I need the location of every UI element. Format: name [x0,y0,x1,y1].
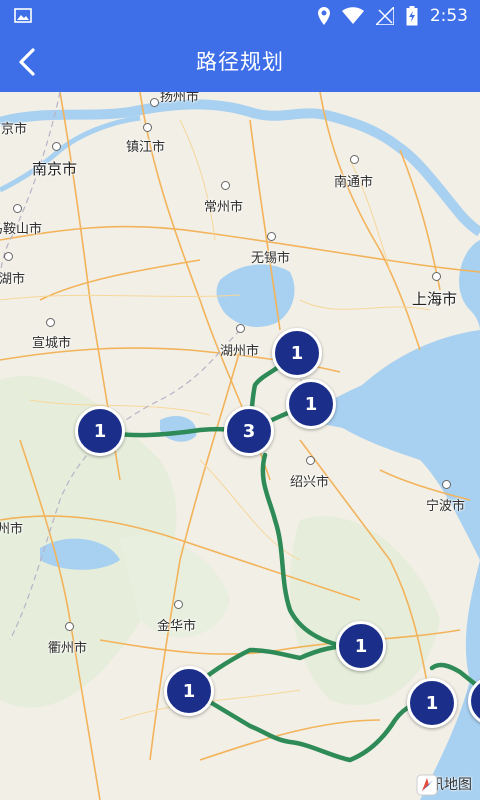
status-bar: 2:53 [0,0,480,32]
city-label-nanjing: 南京市 [32,160,78,178]
city-label-huzhou: 湖州市 [220,344,260,359]
city-dot [13,204,22,213]
city-label-changzhou: 常州市 [204,200,244,215]
route-cluster-marker[interactable]: 3 [224,406,274,456]
map-view[interactable]: 扬州市 镇江市 南京市 常州市 南通市 马鞍山市 无锡市 芜湖市 上海市 宣城市… [0,92,480,800]
city-label-shaoxing: 绍兴市 [290,475,330,490]
app-bar: 路径规划 [0,32,480,92]
city-label-shanghai: 上海市 [412,290,458,308]
city-label-wuxi: 无锡市 [251,251,291,266]
city-dot [442,480,451,489]
route-cluster-marker[interactable]: 1 [336,621,386,671]
city-dot [236,324,245,333]
city-dot [267,232,276,241]
compass-logo-icon [416,774,438,796]
city-label-xuancheng: 宣城市 [32,336,72,351]
city-dot [174,600,183,609]
city-label-chizhou: 池州市 [0,522,24,537]
battery-charging-icon [406,6,418,26]
city-dot [350,155,359,164]
city-dot [432,272,441,281]
no-signal-icon [375,7,394,25]
wifi-icon [341,7,364,24]
city-label-ningbo: 宁波市 [426,499,466,514]
route-cluster-marker[interactable]: 1 [272,328,322,378]
route-cluster-marker[interactable]: 1 [164,666,214,716]
city-dot [306,456,315,465]
city-dot [4,252,13,261]
city-label-yangzhou: 扬州市 [160,92,200,105]
city-label-zhenjiang: 镇江市 [126,140,166,155]
city-label-edge: 南京市 [0,122,28,137]
route-cluster-marker[interactable]: 1 [286,379,336,429]
status-time: 2:53 [429,6,468,26]
city-dot [150,98,159,107]
city-dot [52,142,61,151]
route-cluster-marker[interactable]: 1 [75,406,125,456]
city-label-nantong: 南通市 [334,175,374,190]
image-notification-icon [14,8,32,23]
city-dot [46,318,55,327]
city-dot [143,123,152,132]
city-label-quzhou: 衢州市 [48,641,88,656]
city-dot [65,622,74,631]
location-icon [317,7,330,25]
city-label-jinhua: 金华市 [157,619,197,634]
city-label-maanshan: 马鞍山市 [0,222,43,237]
city-label-wuhu: 芜湖市 [0,272,26,287]
city-dot [221,181,230,190]
map-attribution: 腾讯地图 [416,774,472,796]
route-cluster-marker[interactable]: 1 [407,678,457,728]
page-title: 路径规划 [196,50,284,74]
